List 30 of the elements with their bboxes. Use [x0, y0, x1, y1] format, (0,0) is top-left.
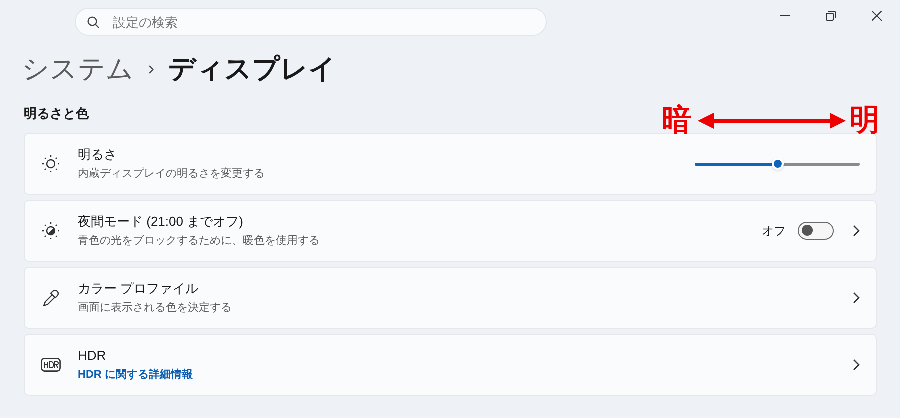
setting-description: 青色の光をブロックするために、暖色を使用する: [78, 234, 320, 248]
breadcrumb-separator: ›: [148, 57, 155, 82]
toggle-state-label: オフ: [762, 222, 786, 240]
settings-card[interactable]: HDR HDR に関する詳細情報: [24, 334, 877, 396]
night-mode-toggle[interactable]: [798, 222, 834, 240]
half-sun-icon: [42, 222, 60, 240]
setting-title: HDR: [78, 347, 106, 365]
breadcrumb-parent[interactable]: システム: [22, 48, 134, 90]
hdr-icon: [41, 358, 61, 372]
eyedropper-icon: [42, 288, 60, 306]
details-link[interactable]: HDR に関する詳細情報: [78, 366, 193, 383]
setting-title: カラー プロファイル: [78, 280, 199, 298]
sun-icon: [42, 154, 60, 172]
chevron-icon[interactable]: [852, 224, 860, 236]
search-field[interactable]: 設定の検索: [75, 8, 547, 36]
setting-description: 画面に表示される色を決定する: [78, 300, 232, 316]
setting-description: 内蔵ディスプレイの明るさを変更する: [78, 166, 265, 182]
search-icon: [87, 16, 100, 29]
slider-thumb[interactable]: [772, 158, 784, 170]
chevron-icon[interactable]: [852, 292, 860, 304]
restore-icon[interactable]: [826, 11, 836, 21]
close-icon[interactable]: [872, 11, 882, 21]
page-title: ディスプレイ: [168, 52, 337, 86]
settings-card[interactable]: 夜間モード (21:00 までオフ) 青色の光をブロックするために、暖色を使用する オフ: [24, 200, 877, 262]
section-title: 明るさと色: [24, 105, 89, 123]
setting-title: 明るさ: [78, 146, 117, 164]
brightness-slider[interactable]: [695, 158, 860, 170]
setting-title: 夜間モード (21:00 までオフ): [78, 213, 244, 231]
chevron-icon[interactable]: [852, 358, 860, 370]
settings-card[interactable]: カラー プロファイル 画面に表示される色を決定する: [24, 266, 877, 328]
